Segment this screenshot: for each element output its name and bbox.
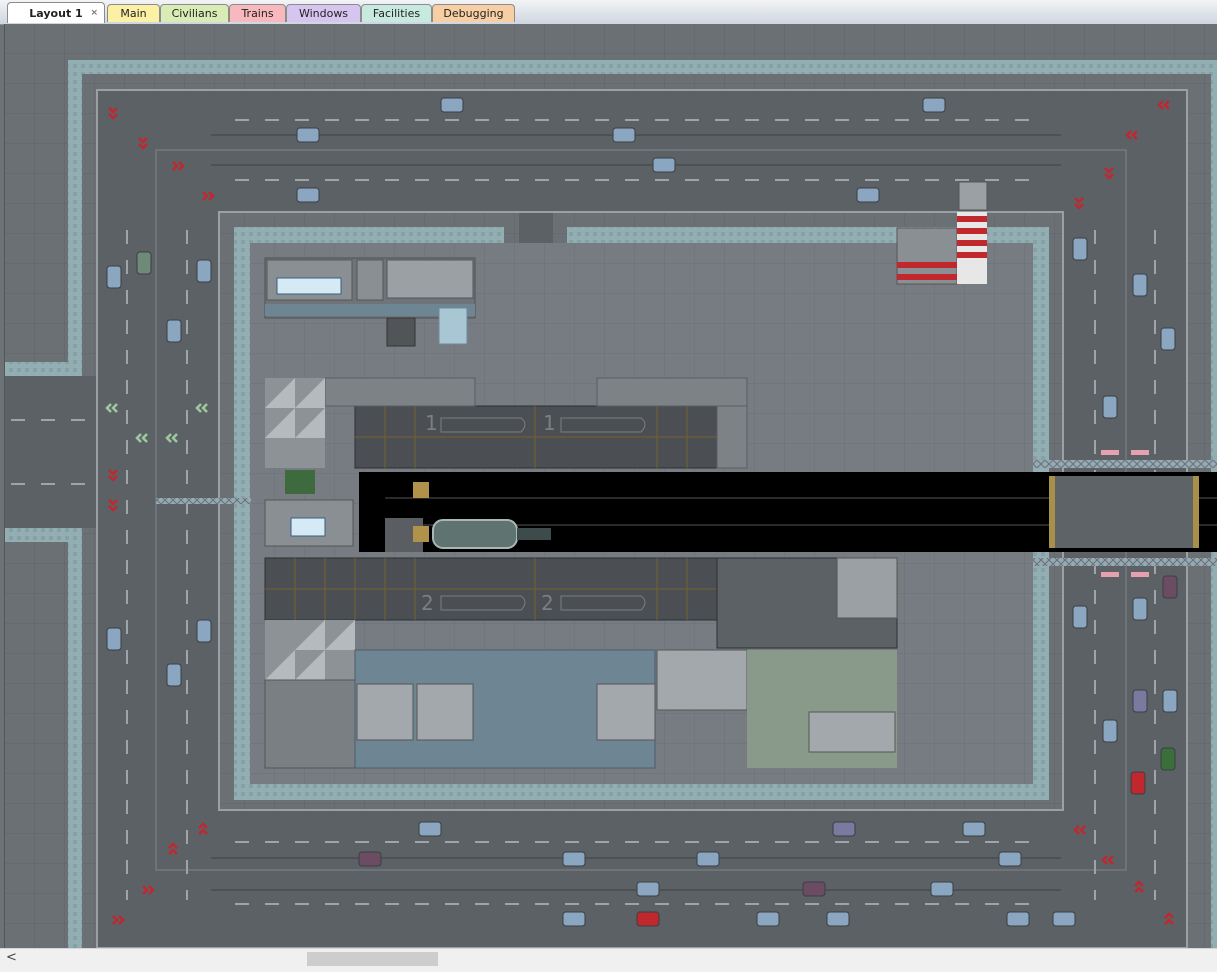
info-screen <box>290 517 326 537</box>
tab-label: Main <box>120 7 147 20</box>
plaza-floor-top-gap <box>504 365 567 377</box>
tab-label: Debugging <box>443 7 504 20</box>
layout-canvas[interactable]: 1 1 2 2 <box>4 24 1217 948</box>
kiosk-1 <box>356 683 414 741</box>
track-gate-right <box>1193 476 1199 548</box>
tab-layout-1[interactable]: Layout 1 × <box>7 2 105 23</box>
tab-trains[interactable]: Trains <box>229 4 286 22</box>
tab-civilians[interactable]: Civilians <box>160 4 229 22</box>
rooftop-unit <box>958 181 988 211</box>
left-curb-bottom <box>5 528 75 542</box>
cabinet <box>356 259 384 301</box>
track-gate-left <box>1049 476 1055 548</box>
tab-windows[interactable]: Windows <box>286 4 361 22</box>
vending-machine <box>386 317 416 347</box>
tab-label: Trains <box>241 7 274 20</box>
layout-tab-bar: Layout 1 × Main Civilians Trains Windows… <box>0 0 1217 25</box>
hall-room <box>656 649 748 711</box>
platform-2-number-left: 2 <box>421 591 434 615</box>
tab-debugging[interactable]: Debugging <box>432 4 515 22</box>
tab-label: Facilities <box>372 7 421 20</box>
scrollbar-thumb[interactable] <box>307 952 438 966</box>
inner-curb-west <box>234 227 250 799</box>
inner-curb-left-block <box>234 227 504 243</box>
glass-panel <box>438 307 468 345</box>
tab-label: Civilians <box>171 7 218 20</box>
tab-main[interactable]: Main <box>107 4 160 22</box>
rail-fence-bottom <box>1033 558 1217 566</box>
inner-curb-south <box>234 784 1049 800</box>
tab-facilities[interactable]: Facilities <box>361 4 432 22</box>
horizontal-scrollbar[interactable]: < <box>0 948 1217 972</box>
tab-label: Layout 1 <box>29 7 83 20</box>
rail-fence-top <box>1033 460 1217 468</box>
platform-1-number-right: 1 <box>543 411 556 435</box>
kiosk-3 <box>596 683 656 741</box>
east-room <box>836 557 898 619</box>
platform-1-number-left: 1 <box>425 411 438 435</box>
pillar-column <box>716 405 748 469</box>
screen <box>276 277 342 295</box>
left-curb-top <box>5 362 75 376</box>
road-west-branch <box>5 376 97 528</box>
flag-stripes <box>957 212 987 284</box>
close-icon[interactable]: × <box>90 3 98 24</box>
buffer-stop <box>413 482 429 498</box>
tab-label: Windows <box>298 7 349 20</box>
west-fence <box>156 498 251 504</box>
platform-2-number-right: 2 <box>541 591 554 615</box>
south-storage <box>264 679 356 769</box>
storage-box <box>386 259 474 299</box>
track-outside <box>1055 476 1193 548</box>
planter <box>285 470 315 494</box>
chevron-left-icon[interactable]: < <box>6 950 17 965</box>
bench-row-1 <box>324 377 476 407</box>
south-east-room <box>808 711 896 753</box>
bench-row-2 <box>596 377 748 407</box>
kiosk-2 <box>416 683 474 741</box>
